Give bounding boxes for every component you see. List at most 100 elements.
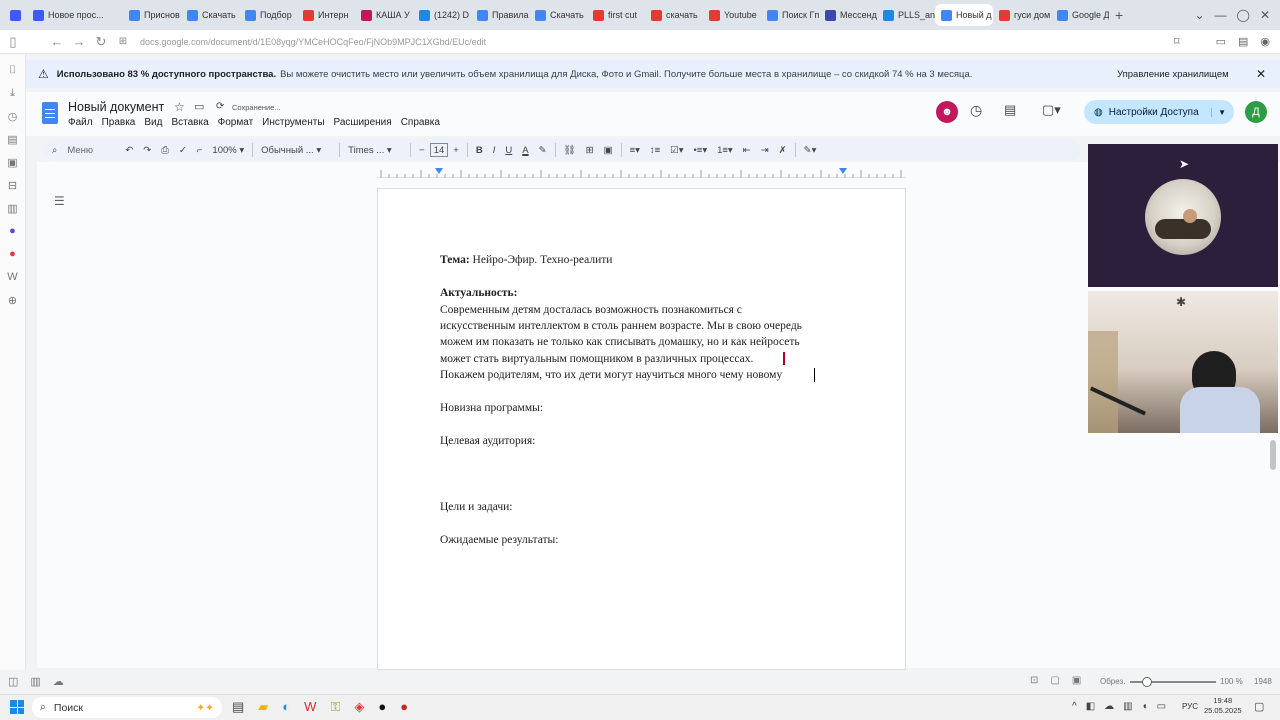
wps-icon[interactable]: W xyxy=(304,699,316,715)
menu-item[interactable]: Формат xyxy=(218,117,254,128)
zoom-slider-thumb[interactable] xyxy=(1142,677,1152,687)
undo-icon[interactable]: ↶ xyxy=(120,139,138,161)
menu-item[interactable]: Справка xyxy=(401,117,440,128)
downloads-panel-icon[interactable]: ⤓ xyxy=(6,85,20,101)
relevance-line[interactable]: искусственным интеллектом в столь раннем… xyxy=(440,320,802,332)
tray-battery-icon[interactable]: ▭ xyxy=(1157,701,1166,712)
tray-cloud-icon[interactable]: ☁ xyxy=(1104,701,1114,712)
account-avatar[interactable]: Д xyxy=(1245,101,1267,123)
italic-icon[interactable]: I xyxy=(488,139,501,161)
browser-menu-button[interactable] xyxy=(4,4,27,26)
browser-tab[interactable]: КАША У xyxy=(355,4,413,26)
relevance-line[interactable]: может стать виртуальным помощником в раз… xyxy=(440,353,753,365)
input-language[interactable]: РУС xyxy=(1182,702,1198,711)
video-tile-participant-1[interactable]: ➤ xyxy=(1088,144,1278,287)
tile-tabs-icon[interactable]: ▥ xyxy=(30,675,40,688)
sidebar-toggle-icon[interactable]: ▯ xyxy=(0,31,26,53)
bulleted-list-icon[interactable]: •≡▾ xyxy=(688,139,712,161)
menu-item[interactable]: Расширения xyxy=(334,117,392,128)
menu-item[interactable]: Файл xyxy=(68,117,93,128)
text-color-icon[interactable]: A xyxy=(517,139,533,161)
decrease-font-icon[interactable]: − xyxy=(414,139,430,161)
tray-clock[interactable]: 19:48 25.05.2025 xyxy=(1204,696,1242,716)
browser-tab[interactable]: Приснов xyxy=(123,4,181,26)
menu-item[interactable]: Инструменты xyxy=(262,117,324,128)
taskbar-search[interactable]: ⌕ Поиск ✦✦ xyxy=(32,697,222,718)
topic-line[interactable]: Тема: Нейро-Эфир. Техно-реалити xyxy=(440,254,612,266)
task-view-icon[interactable]: ▤ xyxy=(232,699,244,715)
browser-tab[interactable]: Подбор xyxy=(239,4,297,26)
relevance-label[interactable]: Актуальность: xyxy=(440,287,517,299)
video-tile-participant-2[interactable]: ✱ xyxy=(1088,291,1278,433)
tab-list-icon[interactable]: ⌄ xyxy=(1194,8,1204,22)
menu-search-input[interactable]: Меню xyxy=(62,139,120,161)
browser-tab[interactable]: (1242) D xyxy=(413,4,471,26)
bookmarks-icon[interactable]: ⌷ xyxy=(6,62,20,78)
browser-tab[interactable]: Поиск Гп xyxy=(761,4,819,26)
back-button[interactable]: ← xyxy=(46,31,68,53)
star-icon[interactable]: ☆ xyxy=(174,100,185,114)
tray-volume-icon[interactable]: ◖ xyxy=(1142,701,1148,712)
outline-icon[interactable]: ☰ xyxy=(54,194,65,208)
font-select[interactable]: Times ... ▾ xyxy=(343,139,407,161)
print-icon[interactable]: ⎙ xyxy=(156,139,174,161)
vertical-scrollbar[interactable] xyxy=(1270,440,1276,470)
highlight-icon[interactable]: ✎ xyxy=(534,139,552,161)
share-button[interactable]: ◍ Настройки Доступа ▼ xyxy=(1084,100,1234,124)
add-panel-icon[interactable]: ⊕ xyxy=(6,292,20,308)
browser-tab[interactable]: Интерн xyxy=(297,4,355,26)
relevance-line[interactable]: Покажем родителям, что их дети могут нау… xyxy=(440,369,782,381)
bookmark-icon[interactable]: ⌑ xyxy=(1174,35,1180,48)
window-icon[interactable]: ▢ xyxy=(1050,675,1059,686)
version-history-icon[interactable]: ◷ xyxy=(970,102,982,119)
browser-tab[interactable]: Youtube xyxy=(703,4,761,26)
history-icon[interactable]: ◷ xyxy=(6,108,20,124)
vivaldi-icon[interactable]: ● xyxy=(6,246,20,262)
browser-tab[interactable]: Google Д xyxy=(1051,4,1109,26)
manage-storage-link[interactable]: Управление хранилищем xyxy=(1117,69,1229,80)
close-banner-icon[interactable]: ✕ xyxy=(1256,67,1266,81)
site-info-icon[interactable]: ⊞ xyxy=(112,31,134,53)
vivaldi-taskbar-icon[interactable]: ◈ xyxy=(354,699,364,715)
relevance-line[interactable]: можем им показать не только как списыват… xyxy=(440,336,800,348)
messenger-icon[interactable]: ● xyxy=(6,223,20,239)
relevance-line[interactable]: Современным детям досталась возможность … xyxy=(440,304,742,316)
new-tab-button[interactable]: + xyxy=(1109,4,1129,26)
redo-icon[interactable]: ↷ xyxy=(138,139,156,161)
goals-heading[interactable]: Цели и задачи: xyxy=(440,501,512,513)
zoom-select[interactable]: 100% ▾ xyxy=(207,139,249,161)
novelty-heading[interactable]: Новизна программы: xyxy=(440,402,543,414)
meet-icon[interactable]: ▢▾ xyxy=(1042,102,1061,118)
notes-icon[interactable]: ▤ xyxy=(6,131,20,147)
browser-tab[interactable]: гуси дом xyxy=(993,4,1051,26)
notifications-icon[interactable]: ▢ xyxy=(1254,700,1264,713)
url-field[interactable]: docs.google.com/document/d/1E08yqg/YMCeH… xyxy=(140,37,486,47)
checklist-icon[interactable]: ☑▾ xyxy=(665,139,688,161)
document-title[interactable]: Новый документ xyxy=(68,100,164,114)
menu-item[interactable]: Вид xyxy=(144,117,162,128)
browser-tab[interactable]: скачать xyxy=(645,4,703,26)
line-spacing-icon[interactable]: ↕≡ xyxy=(645,139,665,161)
minimize-button[interactable]: — xyxy=(1215,8,1227,22)
font-size-input[interactable]: 14 xyxy=(429,143,449,157)
results-heading[interactable]: Ожидаемые результаты: xyxy=(440,534,558,546)
extensions-icon[interactable]: ▭ xyxy=(1216,35,1226,48)
insert-link-icon[interactable]: ⛓ xyxy=(559,139,581,161)
panel-toggle-icon[interactable]: ◫ xyxy=(8,675,18,688)
app-icon[interactable]: ● xyxy=(378,699,386,715)
file-explorer-icon[interactable]: ▰ xyxy=(258,699,268,715)
start-button[interactable] xyxy=(10,700,24,714)
increase-font-icon[interactable]: + xyxy=(448,139,464,161)
move-folder-icon[interactable]: ▭ xyxy=(194,100,204,113)
downloads-icon[interactable]: ▤ xyxy=(1238,35,1248,48)
browser-tab[interactable]: Новый д xyxy=(935,4,993,26)
docs-logo-icon[interactable] xyxy=(42,102,58,124)
browser-tab[interactable]: Скачать xyxy=(529,4,587,26)
cloud-icon[interactable]: ☁ xyxy=(53,675,64,688)
edge-icon[interactable]: ◐ xyxy=(282,699,290,715)
align-icon[interactable]: ≡▾ xyxy=(625,139,645,161)
maximize-button[interactable]: ◯ xyxy=(1237,8,1250,22)
image-toggle-icon[interactable]: ▣ xyxy=(1072,675,1081,686)
comments-icon[interactable]: ▤ xyxy=(1004,102,1016,118)
menu-item[interactable]: Вставка xyxy=(171,117,208,128)
